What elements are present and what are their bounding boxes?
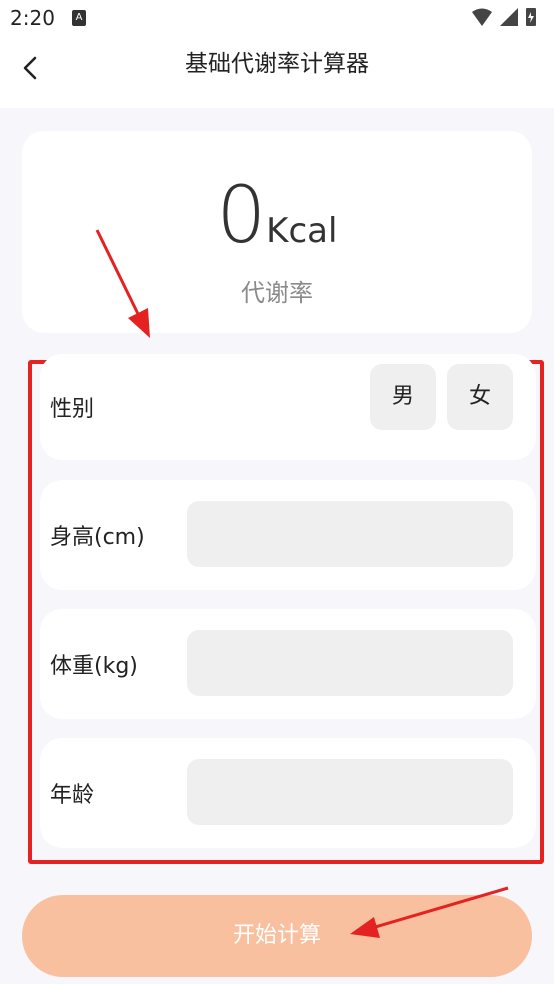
result-card: 0Kcal 代谢率 [22,131,532,333]
notification-a-icon: A [72,10,86,26]
weight-row: 体重(kg) [40,609,536,719]
weight-input[interactable] [187,630,513,696]
signal-icon [500,8,518,26]
result-display: 0Kcal [22,173,532,259]
height-input[interactable] [187,501,513,567]
status-bar: 2:20 A [0,0,554,36]
gender-male-button[interactable]: 男 [370,364,436,430]
form-highlight-box: 性别 男 女 身高(cm) 体重(kg) 年龄 [28,354,544,864]
height-row: 身高(cm) [40,480,536,590]
result-value: 0 [216,171,267,261]
app-bar: 基础代谢率计算器 [0,36,554,108]
result-unit: Kcal [266,211,338,251]
status-time: 2:20 [10,6,55,30]
age-row: 年龄 [40,738,536,848]
weight-label: 体重(kg) [50,654,138,679]
result-label: 代谢率 [241,279,313,307]
age-label: 年龄 [50,783,95,808]
gender-row: 性别 男 女 [40,354,536,460]
gender-female-button[interactable]: 女 [447,364,513,430]
page-title: 基础代谢率计算器 [185,51,369,77]
status-icons [472,8,536,26]
wifi-icon [472,8,492,26]
age-input[interactable] [187,759,513,825]
start-calculate-button[interactable]: 开始计算 [22,895,532,977]
height-label: 身高(cm) [50,525,145,550]
gender-label: 性别 [50,397,95,422]
